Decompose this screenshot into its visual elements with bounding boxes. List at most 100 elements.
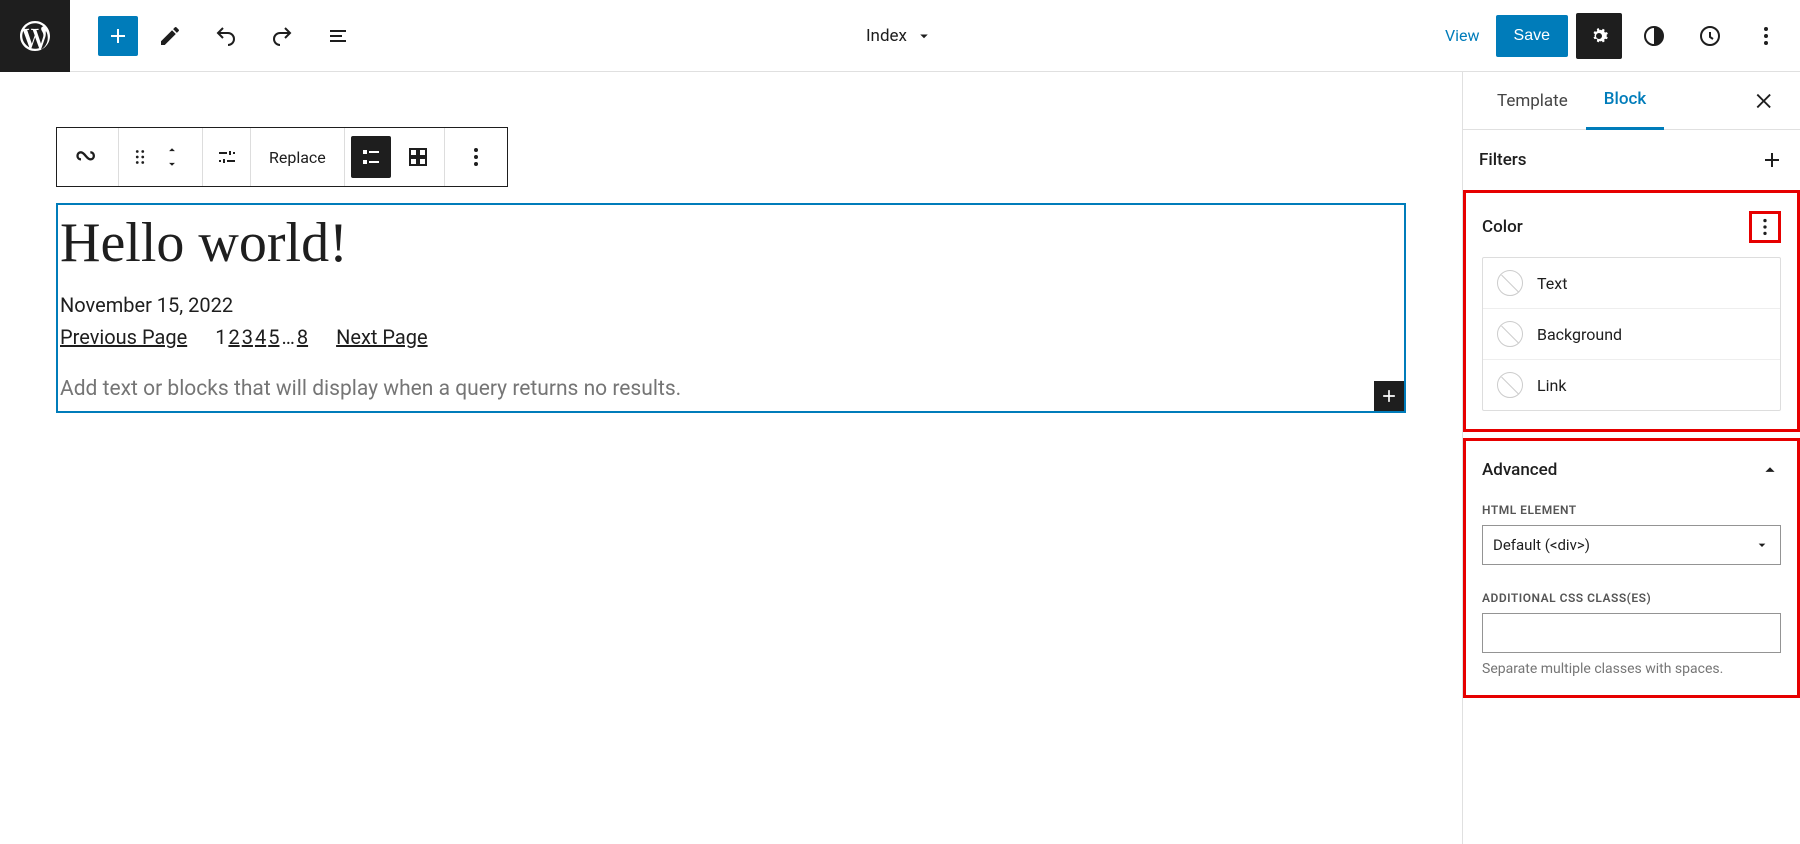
- drag-handle-icon[interactable]: [129, 146, 151, 168]
- block-move-group: [119, 128, 203, 186]
- contrast-icon: [1642, 24, 1666, 48]
- tab-template[interactable]: Template: [1479, 73, 1586, 129]
- sliders-icon: [215, 145, 239, 169]
- css-classes-label: ADDITIONAL CSS CLASS(ES): [1482, 591, 1781, 605]
- settings-sidebar: Template Block Filters Color: [1462, 72, 1800, 844]
- chevron-up-icon: [1759, 459, 1781, 481]
- add-block-button[interactable]: [98, 16, 138, 56]
- document-selector[interactable]: Index: [362, 26, 1437, 46]
- block-more-button[interactable]: [445, 128, 507, 186]
- more-vertical-icon: [1754, 24, 1778, 48]
- chevron-down-icon[interactable]: [163, 157, 181, 171]
- query-loop-icon: [74, 143, 102, 171]
- undo-icon: [214, 24, 238, 48]
- chevron-down-icon: [915, 27, 933, 45]
- block-type-button[interactable]: [57, 128, 119, 186]
- editor-canvas[interactable]: Replace Hello world! November 15, 2022 P…: [0, 72, 1462, 844]
- top-toolbar: Index View Save: [0, 0, 1800, 72]
- block-toolbar: Replace: [56, 127, 508, 187]
- wp-logo[interactable]: [0, 0, 70, 72]
- topbar-left-tools: [70, 12, 362, 60]
- filters-heading: Filters: [1479, 150, 1527, 170]
- pagination-prev[interactable]: Previous Page: [60, 325, 187, 349]
- layout-list-button[interactable]: [351, 136, 392, 178]
- sidebar-tabs: Template Block: [1463, 72, 1800, 130]
- revisions-button[interactable]: [1686, 12, 1734, 60]
- page-num[interactable]: 5: [268, 325, 279, 349]
- text-color-label: Text: [1537, 274, 1567, 293]
- replace-button[interactable]: Replace: [251, 128, 345, 186]
- plus-icon: [1760, 148, 1784, 172]
- html-element-value: Default (<div>): [1493, 536, 1590, 554]
- save-button[interactable]: Save: [1496, 15, 1568, 57]
- chevron-up-icon[interactable]: [163, 143, 181, 157]
- chevron-down-icon: [1754, 537, 1770, 553]
- link-color-button[interactable]: Link: [1483, 360, 1780, 410]
- styles-button[interactable]: [1630, 12, 1678, 60]
- advanced-panel: Advanced HTML ELEMENT Default (<div>) AD…: [1466, 441, 1797, 695]
- layout-switcher: [345, 128, 445, 186]
- filters-panel: Filters: [1463, 130, 1800, 190]
- wordpress-icon: [17, 18, 53, 54]
- settings-button[interactable]: [1576, 13, 1622, 59]
- redo-button[interactable]: [258, 12, 306, 60]
- page-ellipsis: …: [281, 325, 294, 349]
- plus-icon: [106, 24, 130, 48]
- layout-grid-button[interactable]: [397, 136, 438, 178]
- text-color-button[interactable]: Text: [1483, 258, 1780, 309]
- plus-icon: [1379, 386, 1399, 406]
- background-color-button[interactable]: Background: [1483, 309, 1780, 360]
- list-view-button[interactable]: [314, 12, 362, 60]
- pagination-next[interactable]: Next Page: [336, 325, 428, 349]
- no-results-placeholder[interactable]: Add text or blocks that will display whe…: [58, 377, 1404, 411]
- color-heading: Color: [1482, 217, 1523, 237]
- view-link[interactable]: View: [1437, 26, 1488, 45]
- topbar-right-tools: View Save: [1437, 12, 1800, 60]
- none-swatch-icon: [1497, 321, 1523, 347]
- list-view-icon: [326, 24, 350, 48]
- list-layout-icon: [359, 145, 383, 169]
- none-swatch-icon: [1497, 372, 1523, 398]
- advanced-panel-highlight: Advanced HTML ELEMENT Default (<div>) AD…: [1463, 438, 1800, 698]
- redo-icon: [270, 24, 294, 48]
- link-color-label: Link: [1537, 376, 1566, 395]
- page-num[interactable]: 8: [297, 325, 308, 349]
- color-controls: Text Background Link: [1482, 257, 1781, 411]
- pagination-numbers[interactable]: 1 2 3 4 5 … 8: [215, 325, 308, 349]
- grid-layout-icon: [406, 145, 430, 169]
- more-vertical-icon: [1754, 216, 1776, 238]
- move-arrows: [151, 143, 193, 171]
- page-num[interactable]: 4: [255, 325, 266, 349]
- post-title[interactable]: Hello world!: [58, 207, 1404, 293]
- page-num[interactable]: 3: [242, 325, 253, 349]
- page-num[interactable]: 1: [215, 325, 226, 349]
- css-classes-input[interactable]: [1482, 613, 1781, 653]
- pagination: Previous Page 1 2 3 4 5 … 8 Next Page: [58, 325, 1404, 377]
- page-num[interactable]: 2: [228, 325, 239, 349]
- more-vertical-icon: [464, 145, 488, 169]
- undo-button[interactable]: [202, 12, 250, 60]
- color-options-button[interactable]: [1754, 216, 1776, 238]
- close-icon: [1754, 90, 1776, 112]
- background-color-label: Background: [1537, 325, 1622, 344]
- block-settings-toggle[interactable]: [203, 128, 251, 186]
- tab-block[interactable]: Block: [1586, 72, 1664, 130]
- more-options-button[interactable]: [1742, 12, 1790, 60]
- html-element-label: HTML ELEMENT: [1482, 503, 1781, 517]
- advanced-heading: Advanced: [1482, 460, 1557, 480]
- collapse-button[interactable]: [1759, 459, 1781, 481]
- html-element-select[interactable]: Default (<div>): [1482, 525, 1781, 565]
- css-classes-help: Separate multiple classes with spaces.: [1482, 661, 1781, 677]
- close-sidebar-button[interactable]: [1746, 82, 1784, 120]
- edit-tool-button[interactable]: [146, 12, 194, 60]
- document-label: Index: [866, 26, 907, 46]
- color-panel-highlight: Color Text Background: [1463, 190, 1800, 432]
- color-panel: Color Text Background: [1466, 193, 1797, 429]
- color-options-highlight: [1749, 211, 1781, 243]
- none-swatch-icon: [1497, 270, 1523, 296]
- gear-icon: [1587, 24, 1611, 48]
- add-filter-button[interactable]: [1760, 148, 1784, 172]
- append-block-button[interactable]: [1374, 381, 1404, 411]
- query-loop-block[interactable]: Hello world! November 15, 2022 Previous …: [56, 203, 1406, 413]
- post-date[interactable]: November 15, 2022: [58, 293, 1404, 325]
